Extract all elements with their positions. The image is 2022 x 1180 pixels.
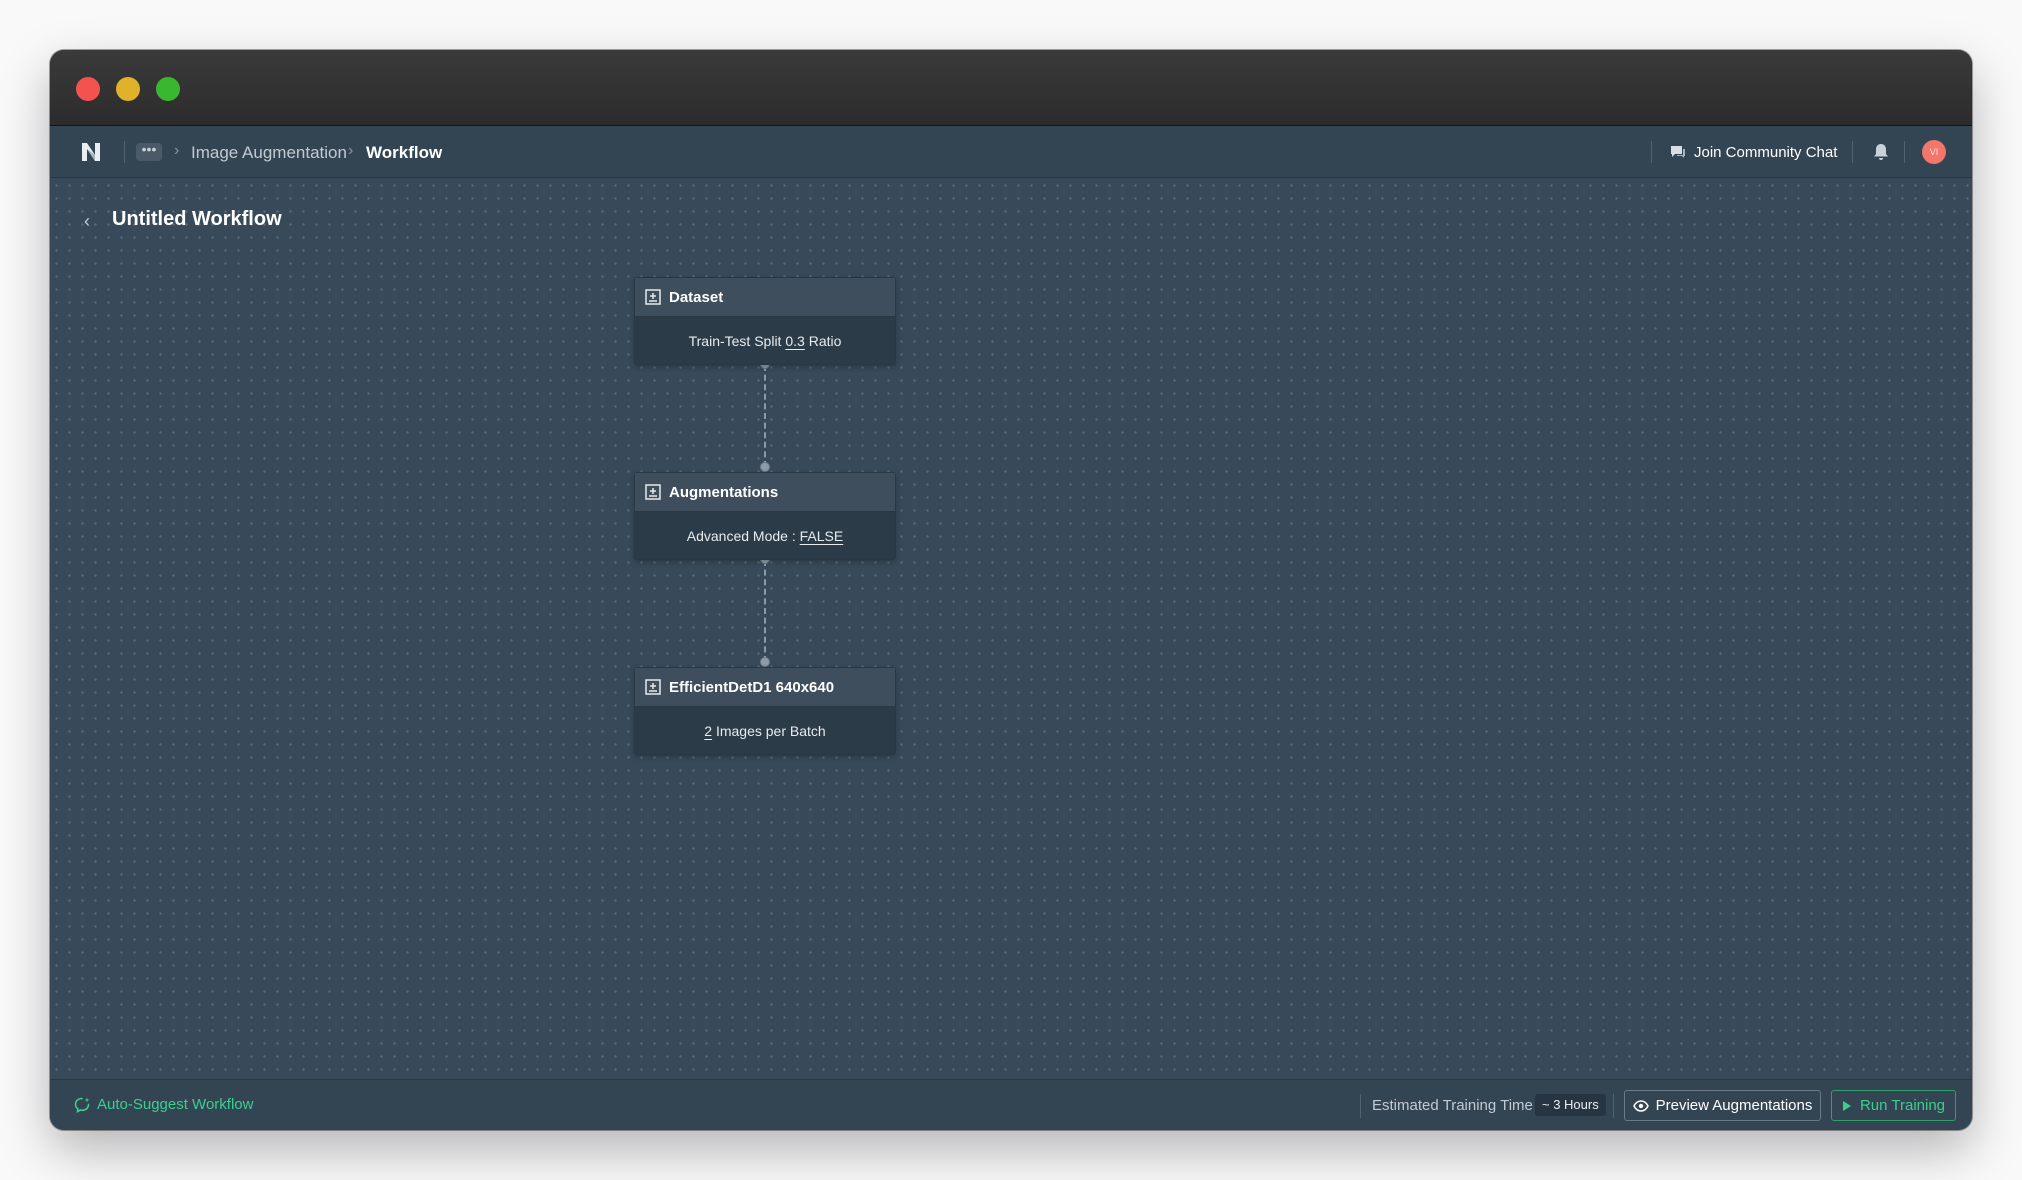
nav-divider (124, 141, 125, 163)
estimated-training-time-badge: ~ 3 Hours (1535, 1094, 1606, 1116)
breadcrumb-chevron-icon: › (174, 142, 180, 159)
nav-divider (1904, 141, 1905, 163)
node-body: 2 Images per Batch (635, 707, 895, 755)
node-title: Augmentations (669, 483, 779, 501)
nav-divider (1852, 141, 1853, 163)
expand-box-icon (645, 289, 661, 305)
footer-divider (1613, 1094, 1614, 1118)
chat-bubble-icon (1671, 146, 1685, 158)
input-port[interactable] (760, 462, 770, 472)
node-header[interactable]: Dataset (635, 278, 895, 317)
play-icon (1842, 1100, 1851, 1111)
estimated-training-time-label: Estimated Training Time (1372, 1097, 1533, 1114)
run-training-button[interactable]: Run Training (1831, 1090, 1956, 1121)
node-connector (764, 560, 766, 662)
node-header[interactable]: EfficientDetD1 640x640 (635, 668, 895, 707)
window-maximize-button[interactable] (156, 77, 180, 101)
window-close-button[interactable] (76, 77, 100, 101)
workflow-title[interactable]: Untitled Workflow (112, 208, 282, 231)
window-titlebar (50, 50, 1972, 126)
node-body-text: Train-Test Split (688, 333, 786, 349)
app-window: ••• › Image Augmentation › Workflow Join… (50, 50, 1972, 1130)
dataset-node[interactable]: Dataset Train-Test Split 0.3 Ratio (634, 277, 896, 365)
node-body-text: Images per Batch (712, 723, 826, 739)
breadcrumb-chevron-icon: › (348, 142, 354, 159)
community-chat-label: Join Community Chat (1694, 143, 1838, 161)
top-navbar: ••• › Image Augmentation › Workflow Join… (50, 126, 1972, 178)
bottom-toolbar: Auto-Suggest Workflow Estimated Training… (50, 1079, 1972, 1130)
eye-icon (1632, 1099, 1649, 1112)
batch-size-value[interactable]: 2 (704, 723, 712, 739)
more-options-button[interactable]: ••• (136, 142, 162, 161)
advanced-mode-value[interactable]: FALSE (800, 528, 844, 544)
node-connector (764, 365, 766, 467)
model-node[interactable]: EfficientDetD1 640x640 2 Images per Batc… (634, 667, 896, 755)
notification-bell-icon[interactable] (1872, 142, 1890, 162)
preview-augmentations-button[interactable]: Preview Augmentations (1624, 1090, 1821, 1121)
preview-augmentations-label: Preview Augmentations (1655, 1097, 1813, 1114)
breadcrumb-image-augmentation[interactable]: Image Augmentation (191, 143, 347, 163)
app-logo-icon[interactable] (80, 141, 102, 163)
auto-suggest-workflow-button[interactable]: Auto-Suggest Workflow (74, 1096, 253, 1113)
window-minimize-button[interactable] (116, 77, 140, 101)
node-header[interactable]: Augmentations (635, 473, 895, 512)
train-test-split-value[interactable]: 0.3 (785, 333, 804, 349)
sparkle-chat-icon (74, 1097, 90, 1113)
node-title: Dataset (669, 288, 724, 306)
back-chevron-icon[interactable]: ‹ (84, 211, 90, 232)
nav-divider (1651, 141, 1652, 163)
node-body: Train-Test Split 0.3 Ratio (635, 317, 895, 365)
join-community-chat-button[interactable]: Join Community Chat (1670, 142, 1837, 162)
node-body-text: Ratio (804, 333, 842, 349)
node-body: Advanced Mode : FALSE (635, 512, 895, 560)
breadcrumb-workflow: Workflow (366, 143, 443, 162)
run-training-label: Run Training (1859, 1097, 1946, 1114)
auto-suggest-label: Auto-Suggest Workflow (97, 1096, 254, 1113)
workflow-canvas[interactable]: ‹ Untitled Workflow Dataset Train-Test S… (50, 179, 1972, 1079)
expand-box-icon (645, 679, 661, 695)
input-port[interactable] (760, 657, 770, 667)
footer-divider (1360, 1094, 1361, 1118)
node-body-text: Advanced Mode : (686, 528, 800, 544)
augmentations-node[interactable]: Augmentations Advanced Mode : FALSE (634, 472, 896, 560)
node-title: EfficientDetD1 640x640 (669, 678, 835, 696)
user-avatar[interactable]: VI (1922, 140, 1946, 164)
expand-box-icon (645, 484, 661, 500)
